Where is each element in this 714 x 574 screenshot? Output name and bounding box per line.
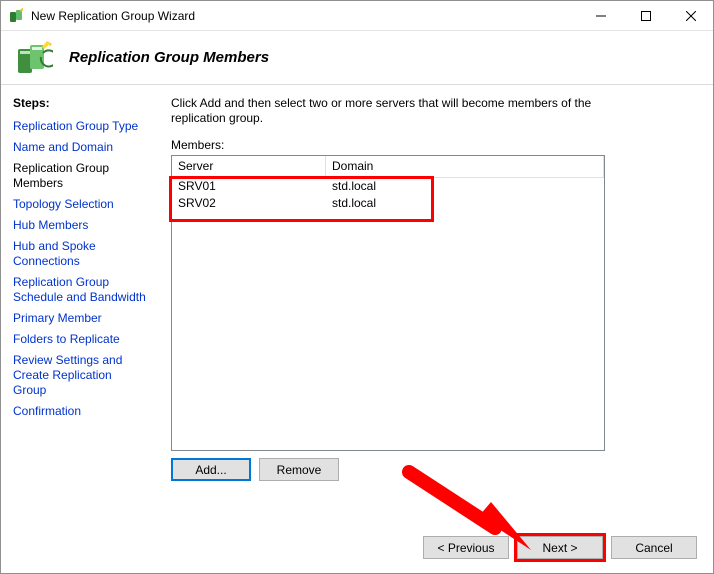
wizard-header: Replication Group Members [1, 31, 713, 85]
maximize-button[interactable] [623, 1, 668, 30]
close-button[interactable] [668, 1, 713, 30]
members-label: Members: [171, 138, 697, 152]
sidebar-step[interactable]: Folders to Replicate [13, 329, 147, 350]
column-header-domain[interactable]: Domain [326, 156, 604, 177]
sidebar-step[interactable]: Replication Group Schedule and Bandwidth [13, 272, 147, 308]
members-list-header: Server Domain [172, 156, 604, 178]
cell-server: SRV01 [172, 178, 326, 195]
sidebar-step[interactable]: Hub Members [13, 215, 147, 236]
wizard-footer: < Previous Next > Cancel [423, 536, 697, 559]
sidebar-step: Replication Group Members [13, 158, 147, 194]
next-button[interactable]: Next > [517, 536, 603, 559]
minimize-button[interactable] [578, 1, 623, 30]
page-title: Replication Group Members [69, 49, 269, 66]
cell-server: SRV02 [172, 195, 326, 212]
sidebar-step[interactable]: Topology Selection [13, 194, 147, 215]
members-list[interactable]: Server Domain SRV01std.localSRV02std.loc… [171, 155, 605, 451]
instructions-text: Click Add and then select two or more se… [171, 96, 601, 126]
app-icon [9, 8, 25, 24]
window-controls [578, 1, 713, 30]
column-header-server[interactable]: Server [172, 156, 326, 177]
titlebar: New Replication Group Wizard [1, 1, 713, 31]
sidebar-step[interactable]: Name and Domain [13, 137, 147, 158]
previous-button[interactable]: < Previous [423, 536, 509, 559]
sidebar-step[interactable]: Primary Member [13, 308, 147, 329]
sidebar-step[interactable]: Hub and Spoke Connections [13, 236, 147, 272]
cell-domain: std.local [326, 178, 604, 195]
cell-domain: std.local [326, 195, 604, 212]
table-row[interactable]: SRV01std.local [172, 178, 604, 195]
main-panel: Click Add and then select two or more se… [159, 86, 713, 573]
sidebar-step[interactable]: Replication Group Type [13, 116, 147, 137]
sidebar-step[interactable]: Confirmation [13, 401, 147, 422]
window-title: New Replication Group Wizard [31, 9, 578, 23]
cancel-button[interactable]: Cancel [611, 536, 697, 559]
add-button[interactable]: Add... [171, 458, 251, 481]
wizard-icon [15, 39, 53, 77]
table-row[interactable]: SRV02std.local [172, 195, 604, 212]
wizard-body: Steps: Replication Group TypeName and Do… [1, 86, 713, 573]
steps-sidebar: Steps: Replication Group TypeName and Do… [1, 86, 159, 573]
remove-button[interactable]: Remove [259, 458, 339, 481]
steps-heading: Steps: [13, 96, 147, 110]
sidebar-step[interactable]: Review Settings and Create Replication G… [13, 350, 147, 401]
